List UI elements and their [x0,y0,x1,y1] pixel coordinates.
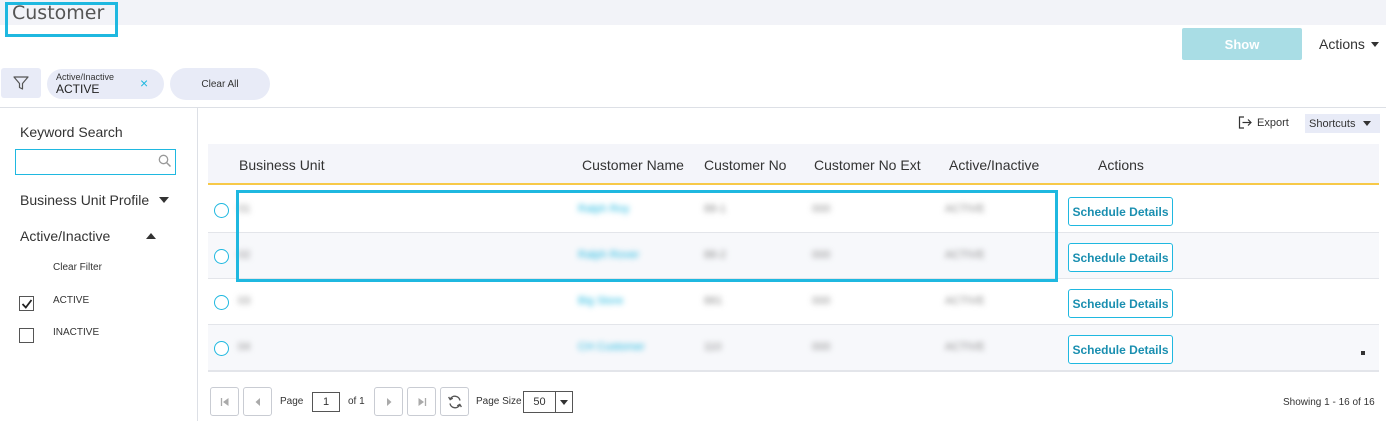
clear-filter-link[interactable]: Clear Filter [53,262,102,273]
first-page-button[interactable] [210,387,239,416]
caret-down-icon [1363,121,1372,126]
keyword-search-input[interactable] [19,151,154,173]
active-inactive-label: Active/Inactive [20,228,111,244]
caret-down-icon [1370,41,1379,47]
rows-highlight-box [236,190,1058,282]
next-page-button[interactable] [374,387,403,416]
page-size-value: 50 [524,392,556,412]
cell-status: ACTIVE [945,341,985,353]
export-icon [1238,116,1252,129]
active-checkbox-label: ACTIVE [53,295,90,306]
column-header-customer-no-ext[interactable]: Customer No Ext [814,157,921,173]
last-page-button[interactable] [407,387,436,416]
schedule-details-button[interactable]: Schedule Details [1068,335,1173,364]
row-select-radio[interactable] [214,249,229,264]
row-select-radio[interactable] [214,295,229,310]
resize-handle[interactable] [1361,351,1365,355]
inactive-checkbox-label: INACTIVE [53,327,100,338]
sidebar-divider [197,108,198,421]
row-select-radio[interactable] [214,203,229,218]
active-checkbox[interactable] [19,296,34,311]
shortcuts-dropdown[interactable]: Shortcuts [1305,114,1380,133]
page-label: Page [280,396,304,407]
business-unit-profile-label: Business Unit Profile [20,192,150,208]
divider [0,107,1386,108]
cell-status: ACTIVE [945,295,985,307]
caret-up-icon [146,233,157,239]
search-icon[interactable] [158,154,172,168]
column-header-customer-name[interactable]: Customer Name [582,157,684,173]
show-button[interactable]: Show [1182,28,1302,60]
caret-down-icon [159,197,170,203]
page-of-label: of 1 [348,396,365,407]
page-number-input[interactable]: 1 [312,392,340,412]
cell-business-unit: 03 [238,295,251,307]
chip-label: Active/Inactive [56,72,115,82]
page-size-dropdown[interactable] [556,399,572,405]
cell-customer-no: 110 [704,341,722,353]
export-button[interactable]: Export [1238,116,1289,129]
previous-page-button[interactable] [243,387,272,416]
next-page-icon [386,397,391,406]
refresh-icon [447,395,462,408]
table-row[interactable]: 03 Big Store 881 000 ACTIVE Schedule Det… [208,279,1379,325]
row-select-radio[interactable] [214,341,229,356]
inactive-checkbox[interactable] [19,328,34,343]
grid-header: Business Unit Customer Name Customer No … [208,144,1379,185]
column-header-business-unit[interactable]: Business Unit [239,157,325,173]
schedule-details-button[interactable]: Schedule Details [1068,197,1173,226]
table-row[interactable]: 04 CH Customer 110 000 ACTIVE Schedule D… [208,325,1379,371]
caret-down-icon [560,399,568,405]
cell-customer-name-link[interactable]: CH Customer [578,341,645,353]
clear-all-button[interactable]: Clear All [170,68,270,100]
page-size-label: Page Size [476,396,522,407]
schedule-details-button[interactable]: Schedule Details [1068,243,1173,272]
cell-customer-no-ext: 000 [812,341,831,353]
close-icon[interactable]: × [140,75,148,91]
funnel-icon [13,76,29,90]
filter-chip-active-inactive[interactable]: Active/Inactive ACTIVE × [47,69,164,99]
column-header-customer-no[interactable]: Customer No [704,157,786,173]
chip-value: ACTIVE [56,82,100,96]
actions-menu-label: Actions [1319,36,1365,52]
business-unit-profile-toggle[interactable]: Business Unit Profile [20,192,170,208]
refresh-button[interactable] [440,387,469,416]
cell-customer-no-ext: 000 [812,295,831,307]
keyword-search-label: Keyword Search [20,124,123,140]
showing-count: Showing 1 - 16 of 16 [1283,397,1375,408]
cell-business-unit: 04 [238,341,251,353]
previous-page-icon [255,397,260,406]
filter-toggle-button[interactable] [1,68,41,98]
actions-menu[interactable]: Actions [1319,36,1379,52]
title-highlight-box [5,2,118,37]
keyword-search-field[interactable] [15,149,176,175]
cell-customer-no: 881 [704,295,723,307]
column-header-actions: Actions [1098,157,1144,173]
shortcuts-label: Shortcuts [1309,117,1356,130]
first-page-icon [220,397,228,406]
column-header-active-inactive[interactable]: Active/Inactive [949,157,1039,173]
grid-bottom-border [208,371,1379,372]
page-size-select[interactable]: 50 [523,391,573,413]
title-bar [0,0,1386,25]
export-label: Export [1257,116,1289,129]
last-page-icon [418,397,426,406]
cell-customer-name-link[interactable]: Big Store [578,295,623,307]
schedule-details-button[interactable]: Schedule Details [1068,289,1173,318]
active-inactive-toggle[interactable]: Active/Inactive [20,228,157,244]
checkmark-icon [21,298,32,309]
